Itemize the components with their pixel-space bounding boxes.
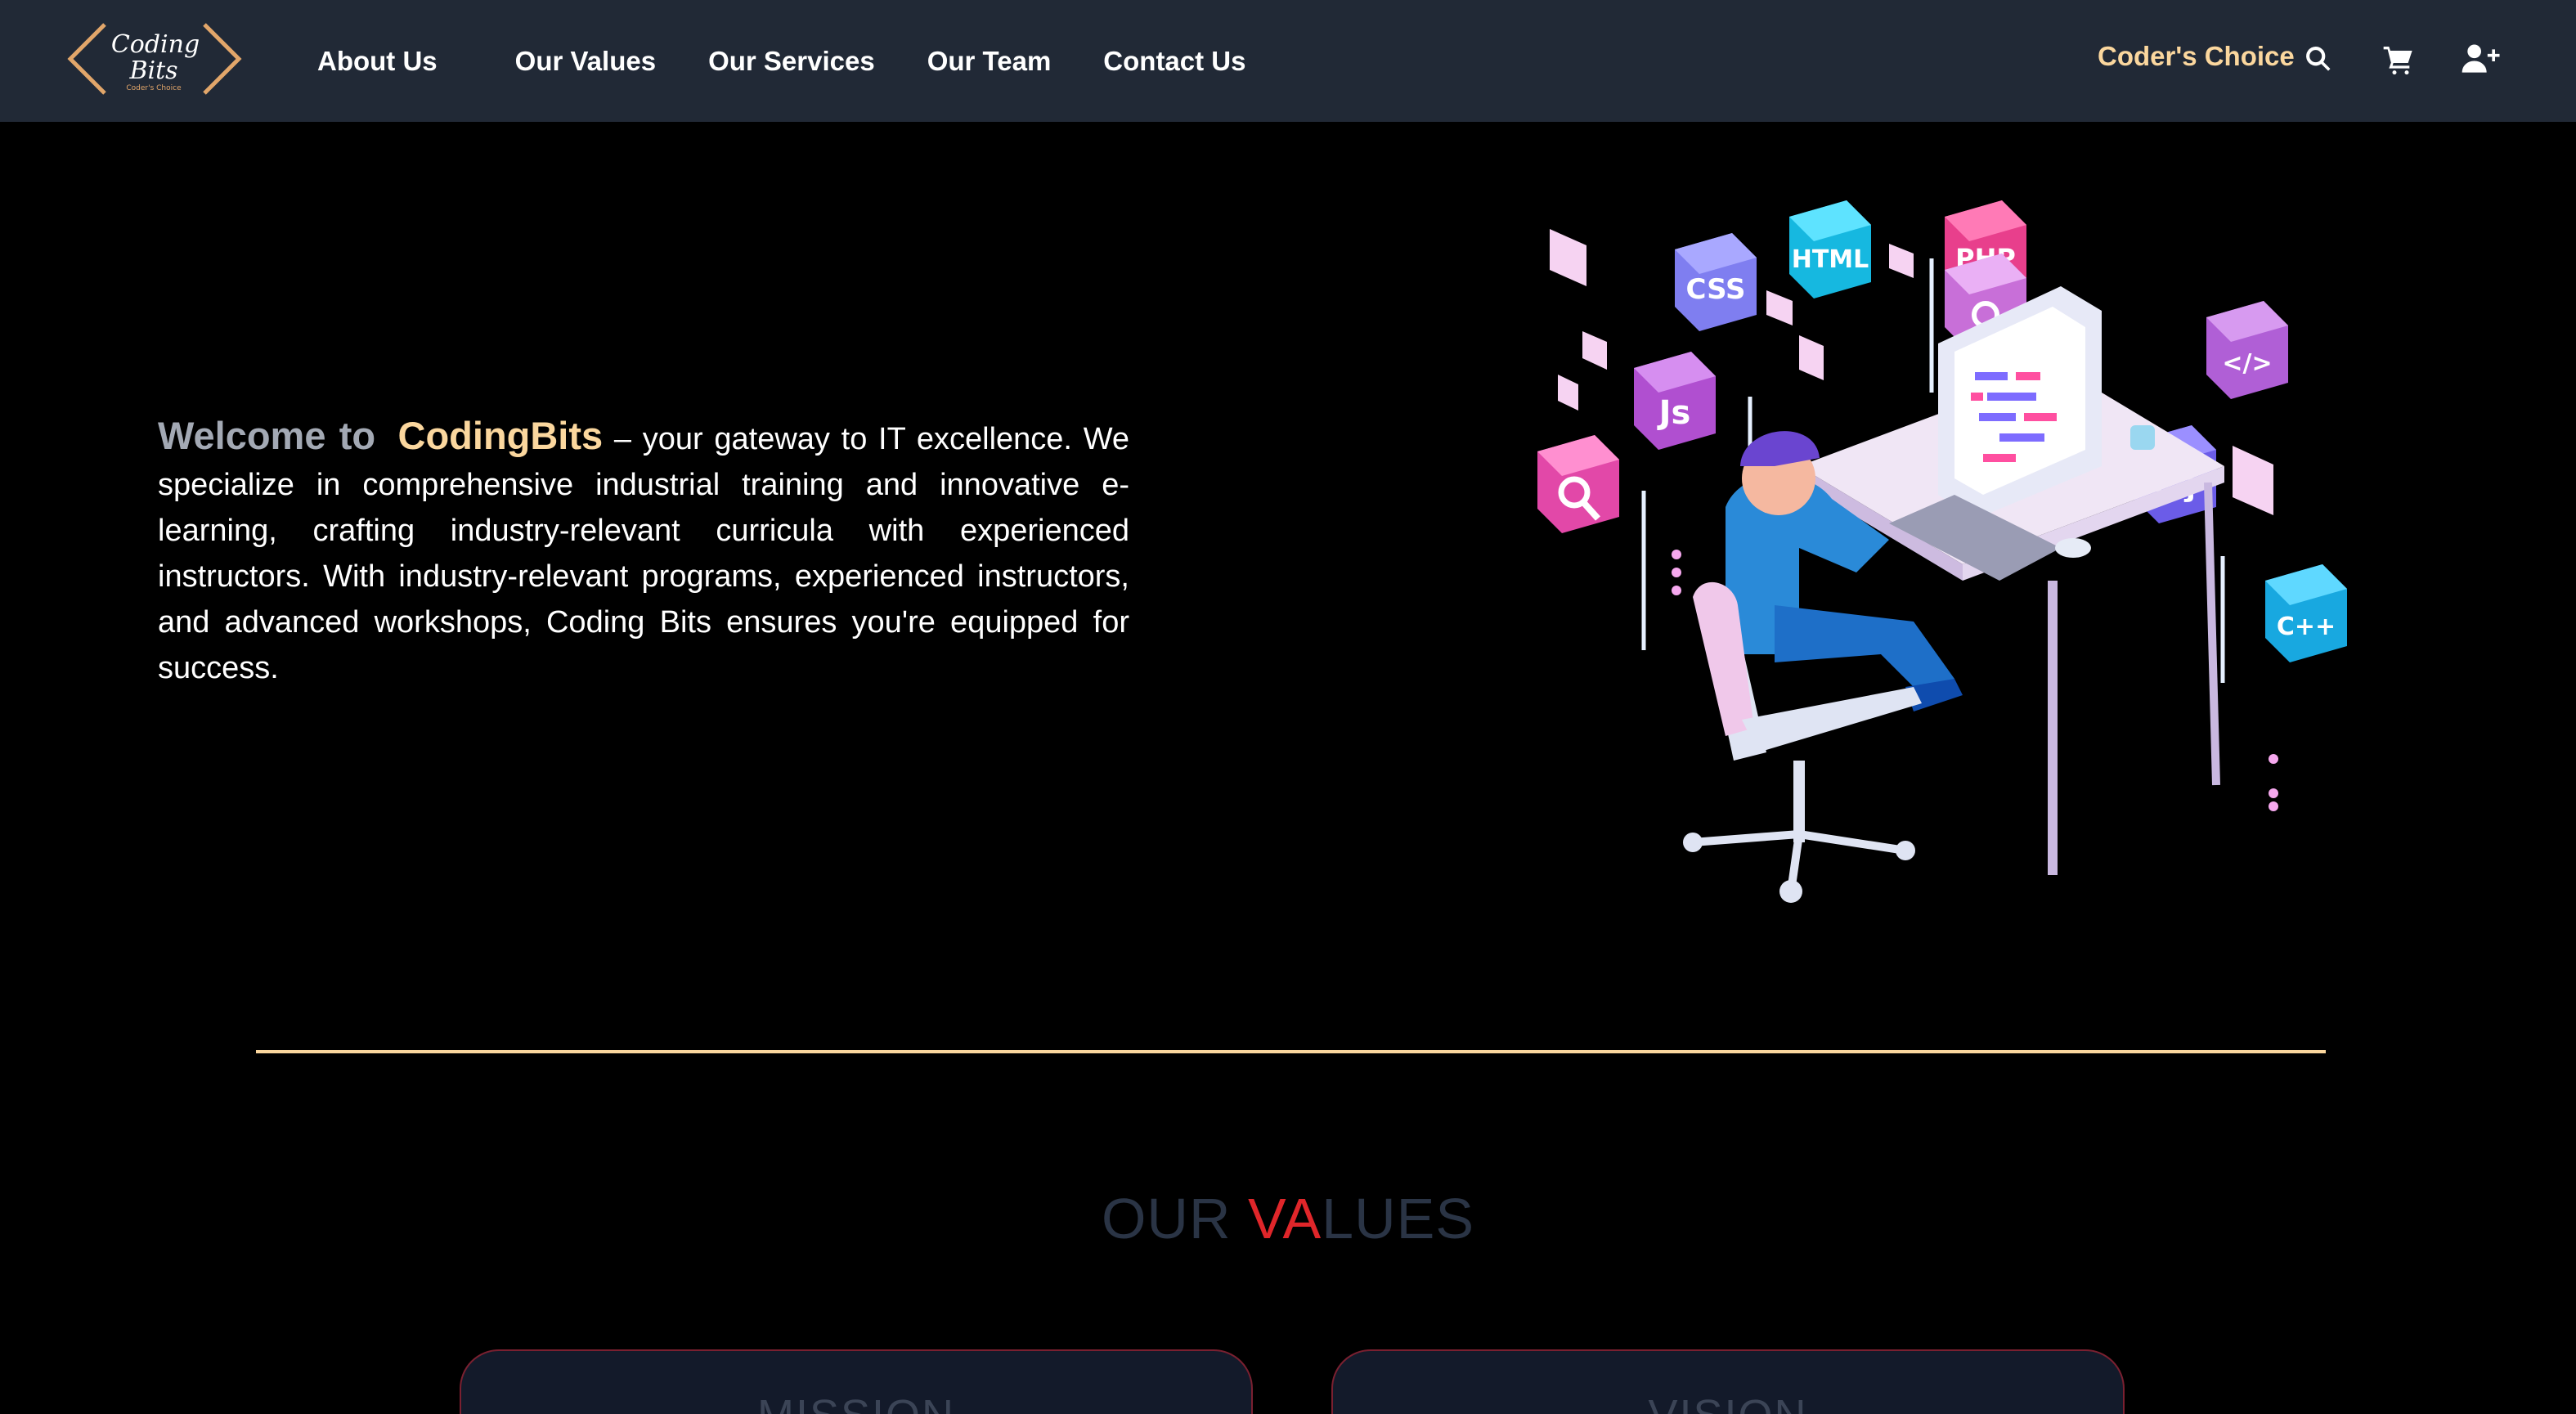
logo-tagline: Coder's Choice bbox=[126, 84, 182, 92]
mission-card-title: MISSION bbox=[461, 1390, 1251, 1414]
nav-actions: Coder's Choice bbox=[2004, 0, 2576, 122]
values-title-prefix: OUR bbox=[1101, 1187, 1248, 1250]
cart-icon[interactable] bbox=[2382, 43, 2415, 75]
hero-intro: Welcome to CodingBits – your gateway to … bbox=[158, 413, 1129, 691]
values-title-accent: VA bbox=[1247, 1187, 1322, 1250]
vision-card: VISION bbox=[1331, 1349, 2125, 1414]
vision-card-title: VISION bbox=[1333, 1390, 2123, 1414]
values-title-suffix: LUES bbox=[1322, 1187, 1475, 1250]
logo-line2: Bits bbox=[128, 56, 177, 85]
nav-our-services[interactable]: Our Services bbox=[708, 46, 875, 77]
logo-line1: Coding bbox=[111, 30, 200, 59]
coders-choice-label[interactable]: Coder's Choice bbox=[2098, 41, 2425, 72]
logo[interactable]: Coding Bits Coder's Choice bbox=[65, 20, 244, 98]
tile-tag: </> bbox=[2222, 349, 2272, 378]
mission-card: MISSION bbox=[460, 1349, 1253, 1414]
hero-brand: CodingBits bbox=[397, 414, 604, 457]
add-user-icon[interactable] bbox=[2462, 43, 2501, 75]
nav-contact-us[interactable]: Contact Us bbox=[1103, 46, 1245, 77]
main-nav: About Us Our Values Our Services Our Tea… bbox=[317, 0, 1245, 122]
values-title: OUR VALUES bbox=[0, 1186, 2576, 1251]
hero-body: – your gateway to IT excellence. We spec… bbox=[158, 422, 1130, 685]
section-divider bbox=[256, 1050, 2326, 1053]
logo-icon: Coding Bits Coder's Choice bbox=[67, 23, 242, 95]
nav-our-values[interactable]: Our Values bbox=[515, 46, 656, 77]
nav-our-team[interactable]: Our Team bbox=[927, 46, 1052, 77]
hero-illustration: CSS HTML PHP Js { } </> C++ bbox=[1529, 196, 2347, 908]
coder-at-desk-illustration: CSS HTML PHP Js { } </> C++ bbox=[1537, 200, 2347, 903]
hero-welcome: Welcome to bbox=[158, 414, 376, 457]
search-icon[interactable] bbox=[2302, 43, 2335, 75]
tile-js: Js bbox=[1657, 394, 1691, 432]
tile-cpp: C++ bbox=[2277, 613, 2336, 641]
tile-css: CSS bbox=[1685, 273, 1745, 306]
nav-about-us[interactable]: About Us bbox=[317, 46, 438, 77]
tile-html: HTML bbox=[1792, 245, 1869, 274]
navbar: Coding Bits Coder's Choice About Us Our … bbox=[0, 0, 2576, 122]
